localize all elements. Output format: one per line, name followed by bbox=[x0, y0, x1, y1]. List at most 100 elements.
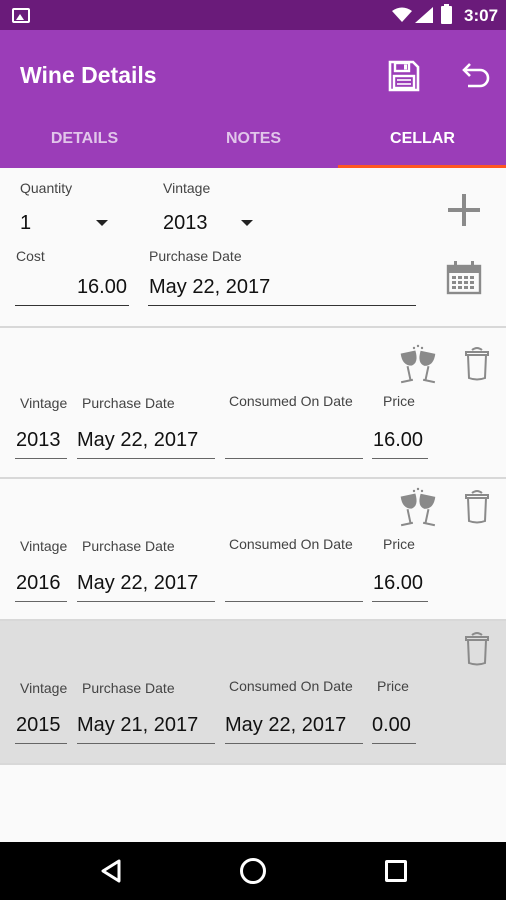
image-icon bbox=[12, 8, 30, 23]
field-underline bbox=[15, 458, 67, 459]
vintage-field[interactable]: 2015 bbox=[15, 707, 67, 745]
consumed-on-field[interactable] bbox=[225, 565, 363, 603]
purchase-date-value: May 22, 2017 bbox=[77, 572, 199, 594]
back-icon[interactable] bbox=[100, 859, 122, 883]
calendar-icon bbox=[446, 261, 482, 295]
wifi-icon bbox=[392, 7, 412, 22]
price-column-label: Price bbox=[377, 678, 409, 694]
purchase-date-field[interactable]: May 22, 2017 bbox=[148, 268, 416, 306]
purchase-date-value: May 22, 2017 bbox=[77, 429, 199, 451]
vintage-field[interactable]: 2013 bbox=[15, 422, 67, 460]
purchase-date-field[interactable]: May 22, 2017 bbox=[77, 422, 215, 460]
signal-icon bbox=[415, 7, 433, 23]
price-field[interactable]: 16.00 bbox=[372, 565, 428, 603]
tab-bar: DETAILS NOTES CELLAR bbox=[0, 120, 506, 168]
delete-button[interactable] bbox=[462, 487, 492, 525]
field-underline bbox=[225, 601, 363, 602]
delete-button[interactable] bbox=[462, 344, 492, 382]
price-column-label: Price bbox=[383, 393, 415, 409]
recents-icon[interactable] bbox=[385, 860, 407, 882]
field-underline bbox=[372, 458, 428, 459]
vintage-column-label: Vintage bbox=[20, 395, 68, 411]
consume-button[interactable] bbox=[398, 487, 438, 529]
wine-glasses-icon bbox=[400, 344, 436, 384]
undo-icon bbox=[462, 63, 490, 88]
add-bottle-form: Quantity 1 Vintage 2013 Cost 16.00 Purch… bbox=[0, 168, 506, 328]
vintage-field[interactable]: 2016 bbox=[15, 565, 67, 603]
wine-glasses-icon bbox=[400, 487, 436, 527]
save-button[interactable] bbox=[386, 58, 422, 94]
field-underline bbox=[372, 601, 428, 602]
vintage-value: 2013 bbox=[16, 429, 61, 451]
vintage-value: 2013 bbox=[163, 212, 208, 234]
quantity-spinner[interactable]: 1 bbox=[14, 204, 124, 240]
tab-details[interactable]: DETAILS bbox=[0, 120, 169, 168]
tab-cellar[interactable]: CELLAR bbox=[338, 120, 506, 168]
divider bbox=[0, 763, 506, 765]
trash-icon bbox=[465, 632, 489, 666]
quantity-label: Quantity bbox=[20, 180, 73, 196]
divider bbox=[0, 326, 506, 328]
calendar-button[interactable] bbox=[444, 258, 484, 298]
app-bar: Wine Details DETAILS NOTES CELLAR bbox=[0, 30, 506, 168]
field-underline bbox=[15, 743, 67, 744]
price-value: 16.00 bbox=[373, 572, 424, 594]
cost-value: 16.00 bbox=[76, 276, 127, 298]
consumed-on-field[interactable] bbox=[225, 422, 363, 460]
status-time: 3:07 bbox=[464, 6, 499, 25]
list-item: Vintage Purchase Date Consumed On Date P… bbox=[0, 330, 506, 472]
purchase-date-label: Purchase Date bbox=[149, 248, 242, 264]
field-underline bbox=[77, 743, 215, 744]
field-underline bbox=[225, 743, 363, 744]
purchase-date-value: May 21, 2017 bbox=[77, 714, 199, 736]
price-field[interactable]: 16.00 bbox=[372, 422, 428, 460]
field-underline bbox=[372, 743, 416, 744]
cost-field[interactable]: 16.00 bbox=[15, 268, 129, 306]
delete-button[interactable] bbox=[462, 629, 492, 667]
field-underline bbox=[77, 458, 215, 459]
trash-icon bbox=[465, 347, 489, 381]
save-icon bbox=[388, 60, 420, 92]
consumed-on-column-label: Consumed On Date bbox=[229, 536, 353, 552]
page-title: Wine Details bbox=[20, 62, 157, 88]
purchase-date-column-label: Purchase Date bbox=[82, 680, 175, 696]
trash-icon bbox=[465, 490, 489, 524]
list-item: Vintage Purchase Date Consumed On Date P… bbox=[0, 621, 506, 763]
status-bar: 3:07 bbox=[0, 0, 506, 30]
consumed-on-column-label: Consumed On Date bbox=[229, 678, 353, 694]
list-item: Vintage Purchase Date Consumed On Date P… bbox=[0, 473, 506, 615]
consumed-on-value: May 22, 2017 bbox=[225, 714, 347, 736]
price-value: 0.00 bbox=[372, 714, 411, 736]
purchase-date-field[interactable]: May 21, 2017 bbox=[77, 707, 215, 745]
vintage-value: 2016 bbox=[16, 572, 61, 594]
purchase-date-column-label: Purchase Date bbox=[82, 538, 175, 554]
field-underline bbox=[15, 601, 67, 602]
price-value: 16.00 bbox=[373, 429, 424, 451]
vintage-label: Vintage bbox=[163, 180, 211, 196]
purchase-date-value: May 22, 2017 bbox=[149, 276, 271, 298]
consumed-on-field[interactable]: May 22, 2017 bbox=[225, 707, 363, 745]
chevron-down-icon bbox=[241, 220, 253, 226]
vintage-column-label: Vintage bbox=[20, 680, 68, 696]
consume-button[interactable] bbox=[398, 344, 438, 386]
purchase-date-underline bbox=[148, 305, 416, 306]
price-field[interactable]: 0.00 bbox=[372, 707, 416, 745]
home-icon[interactable] bbox=[240, 858, 266, 884]
vintage-spinner[interactable]: 2013 bbox=[157, 204, 267, 240]
quantity-value: 1 bbox=[20, 212, 32, 234]
undo-button[interactable] bbox=[456, 58, 492, 94]
plus-icon bbox=[448, 194, 480, 226]
field-underline bbox=[225, 458, 363, 459]
cost-underline bbox=[15, 305, 129, 306]
system-nav-bar bbox=[0, 842, 506, 900]
chevron-down-icon bbox=[96, 220, 108, 226]
cost-label: Cost bbox=[16, 248, 45, 264]
tab-notes[interactable]: NOTES bbox=[169, 120, 338, 168]
purchase-date-field[interactable]: May 22, 2017 bbox=[77, 565, 215, 603]
battery-icon bbox=[441, 4, 452, 24]
consumed-on-column-label: Consumed On Date bbox=[229, 393, 353, 409]
add-bottle-button[interactable] bbox=[444, 190, 484, 230]
vintage-column-label: Vintage bbox=[20, 538, 68, 554]
price-column-label: Price bbox=[383, 536, 415, 552]
field-underline bbox=[77, 601, 215, 602]
